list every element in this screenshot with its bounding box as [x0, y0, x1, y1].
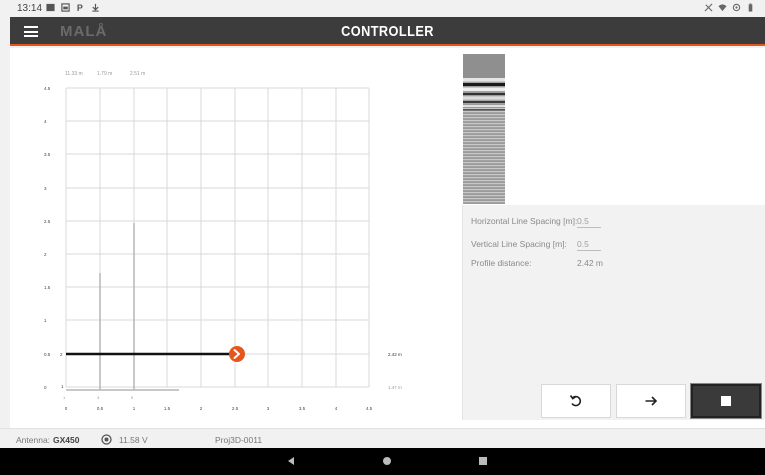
vertical-spacing-input[interactable]: 0.5 [577, 239, 601, 251]
main-content: 11.33 m 1.79 m 2.51 m 4.5 4 3.5 3 2.5 2 … [10, 48, 765, 428]
line-label-2: 2 [60, 352, 63, 357]
x-tick: 2.5 [232, 406, 239, 411]
grid-plot[interactable]: 11.33 m 1.79 m 2.51 m 4.5 4 3.5 3 2.5 2 … [10, 48, 460, 428]
wifi-icon [718, 4, 727, 12]
small-label: 1 [63, 395, 66, 400]
next-line-button[interactable] [616, 384, 686, 418]
arrow-right-icon [645, 396, 658, 406]
menu-icon[interactable] [24, 26, 38, 37]
hotspot-icon [732, 3, 741, 12]
top-label-3: 2.51 m [130, 71, 145, 77]
download-notification-icon [92, 3, 99, 12]
stop-button[interactable] [691, 384, 761, 418]
stop-icon [721, 396, 731, 406]
top-label-2: 1.79 m [97, 71, 112, 77]
no-signal-icon [704, 3, 713, 12]
y-tick: 2.5 [44, 219, 51, 224]
profile-distance-label: Profile distance: [471, 258, 532, 268]
undo-button[interactable] [541, 384, 611, 418]
system-nav-bar [0, 448, 765, 475]
home-icon[interactable] [382, 456, 392, 466]
image-notification-icon [46, 3, 55, 12]
vertical-spacing-label: Vertical Line Spacing [m]: [471, 239, 567, 249]
current-position-marker-icon [229, 346, 245, 362]
voltage-value: 11.58 V [119, 435, 148, 445]
y-tick: 3 [44, 186, 47, 191]
x-tick: 3 [267, 406, 270, 411]
horizontal-spacing-label: Horizontal Line Spacing [m]: [471, 216, 578, 226]
x-tick: 1.5 [164, 406, 171, 411]
calendar-notification-icon [61, 3, 70, 12]
svg-text:P: P [77, 3, 83, 12]
y-tick-labels: 4.5 4 3.5 3 2.5 2 1.5 1 0.5 0 [44, 86, 51, 390]
parking-notification-icon: P [77, 3, 83, 12]
x-tick: 3.5 [299, 406, 306, 411]
status-bar: 13:14 P [0, 0, 765, 17]
radargram-preview [463, 54, 505, 204]
top-label-1: 11.33 m [65, 71, 83, 77]
right-panel: Horizontal Line Spacing [m]: 0.5 Vertica… [462, 48, 765, 428]
x-tick: 0 [65, 406, 68, 411]
horizontal-spacing-input[interactable]: 0.5 [577, 216, 601, 228]
line-label-1: 1 [61, 384, 64, 389]
x-tick: 4 [335, 406, 338, 411]
page-title: CONTROLLER [341, 23, 434, 40]
battery-signal-icon [101, 434, 112, 445]
app-root: 13:14 P MALÅ CONTROLLER 11.33 m 1.79 m 2… [0, 0, 765, 475]
status-time: 13:14 [17, 3, 43, 14]
current-line-distance-label: 2.42 m [388, 352, 402, 357]
antenna-label: Antenna: [16, 435, 51, 445]
undo-icon [569, 395, 582, 407]
y-tick: 3.5 [44, 152, 51, 157]
x-tick: 2 [200, 406, 203, 411]
recents-icon[interactable] [478, 456, 488, 466]
y-tick: 4 [44, 119, 47, 124]
back-icon[interactable] [286, 456, 296, 466]
x-tick-labels: 0 0.5 1 1.5 2 2.5 3 3.5 4 4.5 [65, 406, 373, 411]
y-tick: 1.5 [44, 285, 51, 290]
grid-lines [65, 87, 370, 388]
y-tick: 4.5 [44, 86, 51, 91]
y-tick: 0 [44, 385, 47, 390]
small-label: 3 [97, 395, 100, 400]
antenna-value: GX450 [53, 435, 80, 445]
previous-line-distance-label: 1.47 m [388, 385, 402, 390]
x-tick: 4.5 [366, 406, 373, 411]
y-tick: 2 [44, 252, 47, 257]
system-icons [704, 3, 755, 12]
small-label: 5 [131, 395, 134, 400]
x-tick: 0.5 [97, 406, 104, 411]
project-name: Proj3D-0011 [215, 435, 263, 445]
y-tick: 1 [44, 318, 47, 323]
app-bar: MALÅ CONTROLLER [10, 17, 765, 46]
notification-icons: P [46, 3, 100, 12]
battery-icon [748, 3, 753, 12]
profile-distance-value: 2.42 m [577, 258, 603, 268]
status-footer: Antenna: GX450 11.58 V Proj3D-0011 [0, 428, 765, 448]
y-tick: 0.5 [44, 352, 51, 357]
x-tick: 1 [133, 406, 136, 411]
